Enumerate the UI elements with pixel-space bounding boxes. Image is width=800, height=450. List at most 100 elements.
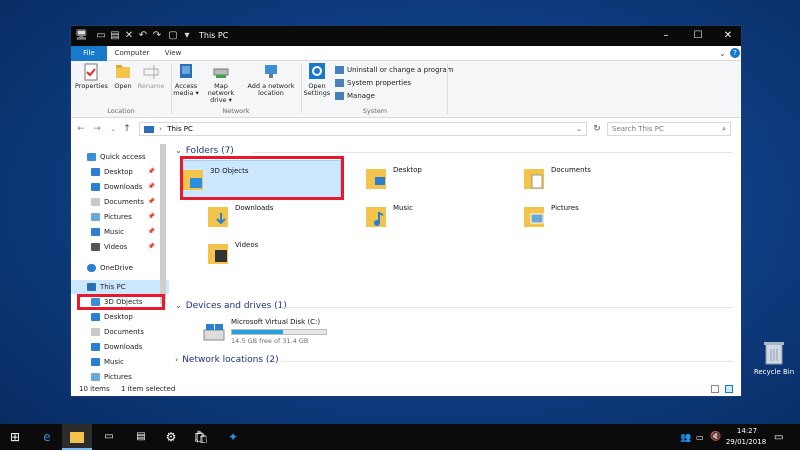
path-dropdown-icon[interactable]: ⌄ xyxy=(576,123,582,135)
nav-pane-scrollbar[interactable] xyxy=(160,144,166,304)
network-icon[interactable]: ▤ xyxy=(126,424,156,450)
nav-pc-desktop[interactable]: Desktop xyxy=(71,310,169,324)
collapse-chevron-icon[interactable]: ⌄ xyxy=(175,301,182,310)
explorer-app-icon[interactable]: 🖥 xyxy=(75,29,88,43)
search-input[interactable]: Search This PC ⌕ xyxy=(607,122,731,136)
settings-gear-icon[interactable]: ⚙ xyxy=(156,424,186,450)
folder-desktop[interactable]: Desktop xyxy=(365,160,525,198)
pin-icon[interactable]: 📌 xyxy=(148,210,155,224)
expand-chevron-icon[interactable]: › xyxy=(175,355,178,364)
system-properties-button[interactable]: System properties xyxy=(335,78,411,88)
nav-this-pc[interactable]: This PC xyxy=(71,280,169,294)
devices-section-header[interactable]: ⌄ Devices and drives (1) xyxy=(175,301,287,311)
redo-quick-icon[interactable]: ↷ xyxy=(151,29,163,43)
nav-qa-documents[interactable]: Documents 📌 xyxy=(71,195,169,209)
taskbar: ⊞ e ▭ ▤ ⚙ 🛍 ✦ 👥 ▭ 🔇 14:27 29/01/2018 ▭ xyxy=(0,424,800,450)
star-icon xyxy=(87,153,96,161)
folder-pictures[interactable]: Pictures xyxy=(523,198,683,236)
documents-folder-icon xyxy=(524,169,544,189)
uninstall-program-button[interactable]: Uninstall or change a program xyxy=(335,65,454,75)
minimize-button[interactable]: – xyxy=(651,26,681,46)
details-view-icon[interactable] xyxy=(711,385,719,393)
nav-pc-music[interactable]: Music xyxy=(71,355,169,369)
tab-view[interactable]: View xyxy=(157,46,189,61)
clock-date[interactable]: 29/01/2018 xyxy=(724,438,768,446)
tab-computer[interactable]: Computer xyxy=(109,46,155,61)
properties-quick-icon[interactable]: ▭ xyxy=(95,29,107,43)
refresh-icon[interactable]: ↻ xyxy=(591,123,603,135)
volume-icon[interactable]: 🔇 xyxy=(710,432,721,442)
nav-qa-downloads[interactable]: Downloads 📌 xyxy=(71,180,169,194)
nav-label: Downloads xyxy=(104,183,143,191)
folder-videos[interactable]: Videos xyxy=(207,235,367,273)
pin-icon[interactable]: 📌 xyxy=(148,195,155,209)
tab-file[interactable]: File xyxy=(71,46,107,61)
customize-quick-access-icon[interactable]: ▾ xyxy=(181,29,193,43)
up-arrow-icon[interactable]: ↑ xyxy=(121,123,133,135)
nav-onedrive[interactable]: OneDrive xyxy=(71,261,169,275)
back-arrow-icon[interactable]: ← xyxy=(75,123,87,135)
store-bag-icon[interactable]: 🛍 xyxy=(186,424,216,450)
folder-downloads[interactable]: Downloads xyxy=(207,198,367,236)
drive-free-space: 14.5 GB free of 31.4 GB xyxy=(231,337,309,345)
nav-pc-downloads[interactable]: Downloads xyxy=(71,340,169,354)
windows-start-icon[interactable]: ⊞ xyxy=(0,424,30,450)
forward-arrow-icon[interactable]: → xyxy=(91,123,103,135)
rename-button[interactable]: Rename xyxy=(137,63,165,90)
status-bar: 10 items 1 item selected xyxy=(71,382,741,396)
app-icon[interactable]: ✦ xyxy=(218,424,248,450)
people-icon[interactable]: 👥 xyxy=(680,433,691,443)
map-network-drive-button[interactable]: Map network drive ▾ xyxy=(201,63,241,104)
clock-time[interactable]: 14:27 xyxy=(726,427,768,435)
pin-icon[interactable]: 📌 xyxy=(148,180,155,194)
pin-icon[interactable]: 📌 xyxy=(148,165,155,179)
delete-quick-icon[interactable]: ✕ xyxy=(123,29,135,43)
nav-qa-videos[interactable]: Videos 📌 xyxy=(71,240,169,254)
computer-icon xyxy=(87,283,96,291)
file-explorer-taskbar-icon[interactable] xyxy=(62,424,92,450)
access-media-button[interactable]: Access media ▾ xyxy=(173,63,199,97)
maximize-button[interactable]: ☐ xyxy=(683,26,713,46)
nav-qa-desktop[interactable]: Desktop 📌 xyxy=(71,165,169,179)
nav-qa-music[interactable]: Music 📌 xyxy=(71,225,169,239)
rename-quick-icon[interactable]: ▢ xyxy=(167,29,179,43)
pictures-folder-icon xyxy=(524,207,544,227)
open-settings-button[interactable]: Open Settings xyxy=(303,63,331,97)
collapse-chevron-icon[interactable]: ⌄ xyxy=(175,146,182,155)
close-button[interactable]: ✕ xyxy=(713,26,743,46)
recycle-bin-shortcut[interactable]: Recycle Bin xyxy=(750,340,798,388)
recent-locations-chevron-icon[interactable]: ⌄ xyxy=(107,123,119,135)
title-bar[interactable]: 🖥 ▭ ▤ ✕ ↶ ↷ ▢ ▾ This PC – ☐ ✕ xyxy=(71,26,741,46)
add-network-location-button[interactable]: Add a network location xyxy=(245,63,297,97)
network-section-header[interactable]: › Network locations (2) xyxy=(175,355,279,365)
drive-c[interactable]: Microsoft Virtual Disk (C:) 14.5 GB free… xyxy=(203,318,363,356)
folder-music[interactable]: Music xyxy=(365,198,525,236)
action-center-icon[interactable]: ▭ xyxy=(774,432,783,443)
properties-button[interactable]: Properties xyxy=(75,63,108,90)
nav-pc-pictures[interactable]: Pictures xyxy=(71,370,169,382)
map-drive-label-1: Map network xyxy=(207,82,235,97)
help-icon[interactable]: ? xyxy=(730,48,740,58)
pin-icon[interactable]: 📌 xyxy=(148,240,155,254)
pin-icon[interactable]: 📌 xyxy=(148,225,155,239)
network-tray-icon[interactable]: ▭ xyxy=(696,433,704,442)
undo-quick-icon[interactable]: ↶ xyxy=(137,29,149,43)
folders-section-header[interactable]: ⌄ Folders (7) xyxy=(175,146,234,156)
nav-qa-pictures[interactable]: Pictures 📌 xyxy=(71,210,169,224)
open-button[interactable]: Open xyxy=(111,63,135,90)
ribbon-expand-icon[interactable]: ⌄ xyxy=(719,49,726,58)
new-folder-quick-icon[interactable]: ▤ xyxy=(109,29,121,43)
path-box[interactable]: › This PC ⌄ xyxy=(139,122,587,136)
nav-quick-access[interactable]: Quick access xyxy=(71,150,169,164)
drive-name: Microsoft Virtual Disk (C:) xyxy=(231,318,321,326)
manage-button[interactable]: Manage xyxy=(335,91,375,101)
edge-browser-icon[interactable]: e xyxy=(32,424,62,450)
access-media-label-2: media ▾ xyxy=(173,89,199,97)
section-title: Devices and drives (1) xyxy=(185,301,287,311)
folder-documents[interactable]: Documents xyxy=(523,160,683,198)
nav-pc-documents[interactable]: Documents xyxy=(71,325,169,339)
command-prompt-icon[interactable]: ▭ xyxy=(94,424,124,450)
ribbon-separator xyxy=(447,64,448,114)
path-chevron-icon[interactable]: › xyxy=(159,125,162,133)
large-icons-view-icon[interactable] xyxy=(725,385,733,393)
